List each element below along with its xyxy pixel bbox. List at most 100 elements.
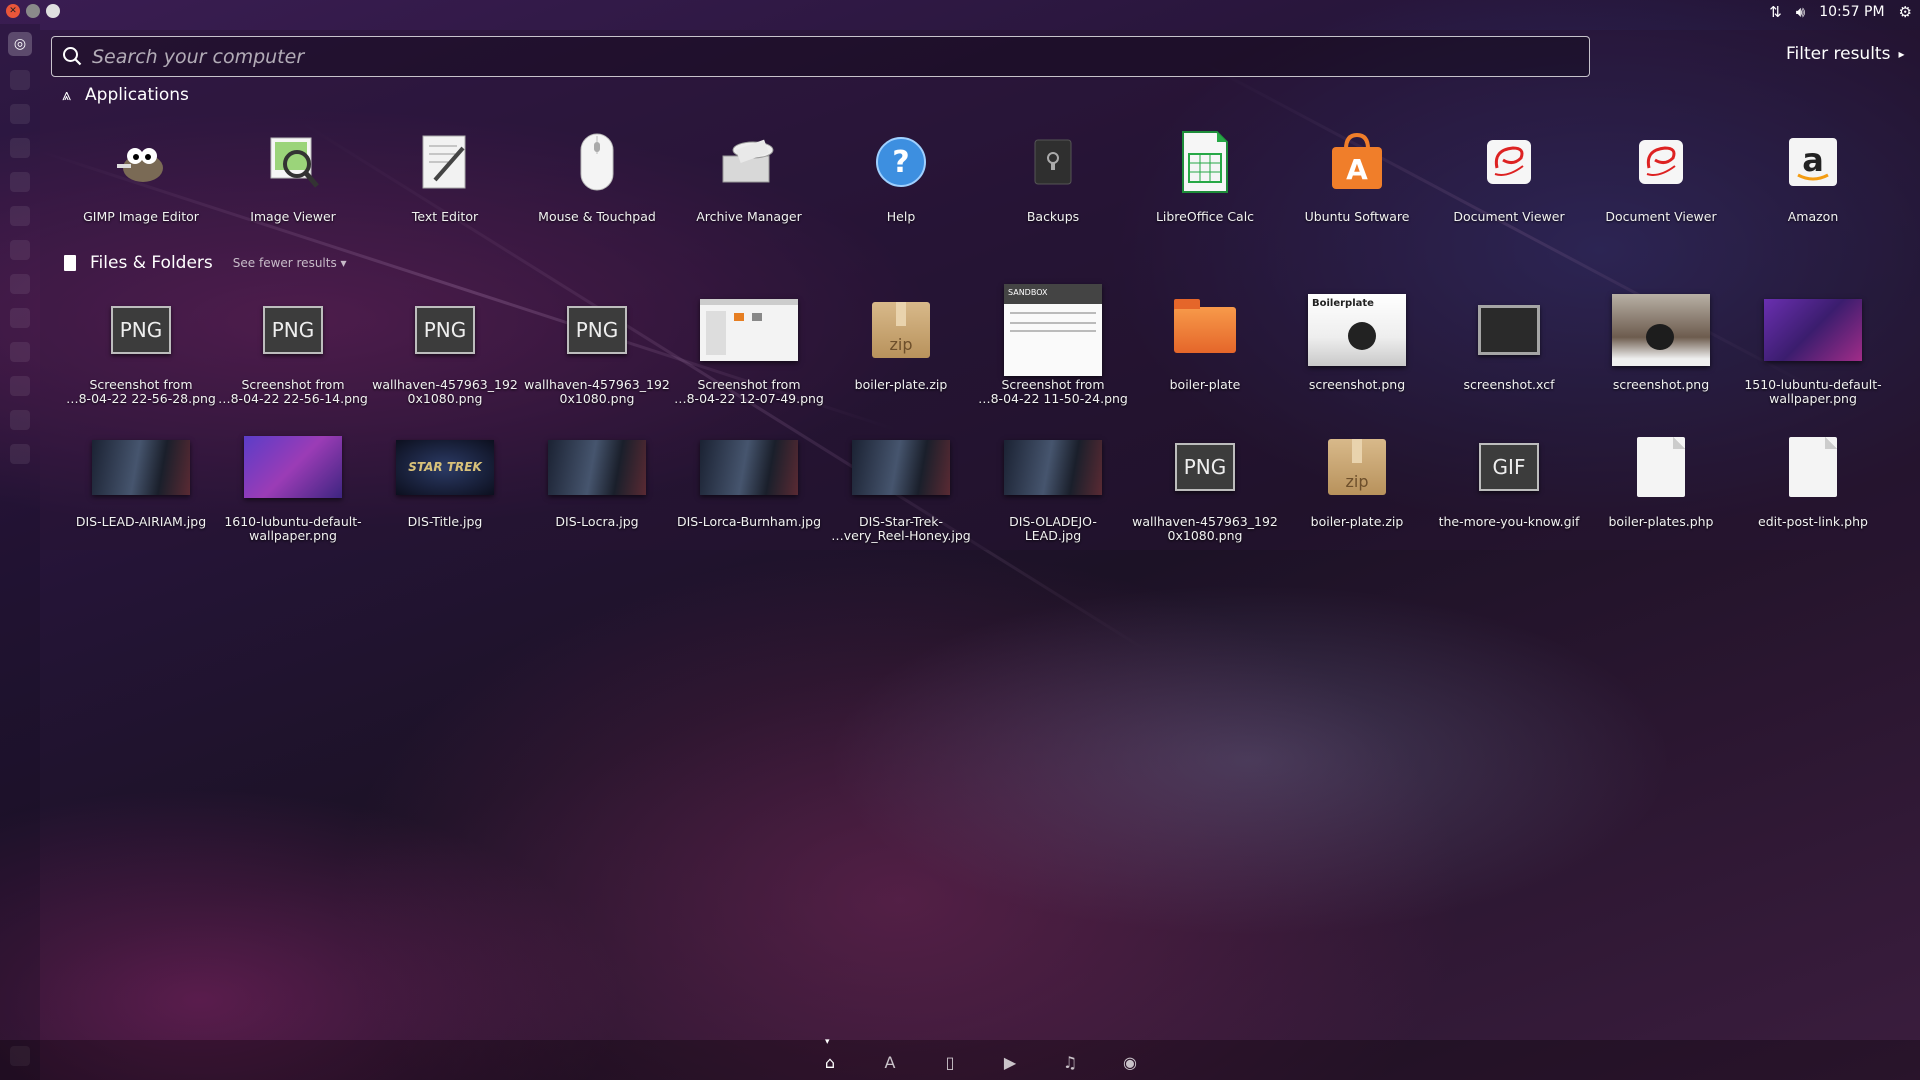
file-result[interactable]: DIS-OLADEJO- LEAD.jpg: [977, 427, 1129, 543]
file-result[interactable]: 1510-lubuntu-default- wallpaper.png: [1737, 290, 1889, 406]
see-fewer-results-button[interactable]: See fewer results ▾: [233, 256, 347, 270]
scope-files-icon[interactable]: ▯: [938, 1050, 962, 1074]
network-icon[interactable]: ⇅: [1769, 3, 1782, 21]
result-label: DIS-Locra.jpg: [555, 514, 639, 529]
window-minimize-button[interactable]: [26, 4, 40, 18]
code-file-icon: [1789, 437, 1837, 497]
app-result[interactable]: a Amazon: [1737, 122, 1889, 224]
app-result[interactable]: Text Editor: [369, 122, 521, 224]
wallpaper-thumbnail: [244, 436, 342, 498]
app-result[interactable]: Document Viewer: [1433, 122, 1585, 224]
file-result[interactable]: PNG wallhaven-457963_192 0x1080.png: [369, 290, 521, 406]
scope-music-icon[interactable]: ♫: [1058, 1050, 1082, 1074]
result-label: screenshot.xcf: [1463, 377, 1555, 392]
volume-icon[interactable]: 🔊︎: [1796, 3, 1805, 21]
svg-text:?: ?: [892, 145, 909, 180]
file-result[interactable]: SANDBOX Screenshot from …8-04-22 11-50-24…: [977, 284, 1129, 406]
file-result[interactable]: PNG Screenshot from …8-04-22 22-56-14.png: [217, 290, 369, 406]
launcher-item[interactable]: [10, 206, 30, 226]
launcher-item[interactable]: [10, 274, 30, 294]
launcher-item[interactable]: [10, 308, 30, 328]
window-close-button[interactable]: ✕: [6, 4, 20, 18]
ubuntu-logo-icon: ◎: [13, 36, 27, 52]
photo-thumbnail: [92, 439, 190, 495]
window-maximize-button[interactable]: [46, 4, 60, 18]
photo-thumbnail: [1612, 294, 1710, 366]
launcher-item[interactable]: [10, 172, 30, 192]
file-icon: [547, 427, 647, 507]
launcher-item[interactable]: [10, 444, 30, 464]
file-icon: [699, 427, 799, 507]
indicator-area: ⇅ 🔊︎ 10:57 PM ⚙: [1769, 0, 1912, 24]
file-result[interactable]: PNG wallhaven-457963_192 0x1080.png: [1129, 427, 1281, 543]
app-result[interactable]: LibreOffice Calc: [1129, 122, 1281, 224]
launcher-item[interactable]: [10, 410, 30, 430]
file-result[interactable]: screenshot.xcf: [1433, 290, 1585, 392]
image-viewer-icon: [243, 122, 343, 202]
file-result[interactable]: zip boiler-plate.zip: [1281, 427, 1433, 529]
app-result[interactable]: Backups: [977, 122, 1129, 224]
scope-video-icon[interactable]: ▶: [998, 1050, 1022, 1074]
file-result[interactable]: boiler-plate: [1129, 290, 1281, 392]
svg-text:a: a: [1802, 141, 1824, 179]
file-result[interactable]: DIS-Locra.jpg: [521, 427, 673, 529]
app-result[interactable]: GIMP Image Editor: [65, 122, 217, 224]
search-bar: [51, 36, 1590, 77]
file-result[interactable]: boiler-plates.php: [1585, 427, 1737, 529]
file-result[interactable]: DIS-LEAD-AIRIAM.jpg: [65, 427, 217, 529]
launcher-item[interactable]: [10, 240, 30, 260]
file-result[interactable]: Screenshot from …8-04-22 12-07-49.png: [673, 290, 825, 406]
file-type-badge: PNG: [567, 306, 627, 354]
file-icon: [1763, 427, 1863, 507]
launcher: ◎: [0, 24, 40, 1080]
file-icon: [1611, 427, 1711, 507]
scope-applications-icon[interactable]: A: [878, 1050, 902, 1074]
file-result[interactable]: PNG wallhaven-457963_192 0x1080.png: [521, 290, 673, 406]
result-label: wallhaven-457963_192 0x1080.png: [1132, 514, 1278, 543]
zip-file-icon: zip: [1328, 439, 1386, 495]
file-result[interactable]: GIF the-more-you-know.gif: [1433, 427, 1585, 529]
file-result[interactable]: STAR TREK DIS-Title.jpg: [369, 427, 521, 529]
search-input[interactable]: [92, 37, 1572, 76]
launcher-item[interactable]: [10, 342, 30, 362]
file-result[interactable]: screenshot.png: [1585, 290, 1737, 392]
top-panel: ✕ ⇅ 🔊︎ 10:57 PM ⚙: [0, 0, 1920, 24]
result-label: edit-post-link.php: [1758, 514, 1868, 529]
app-result[interactable]: A Ubuntu Software: [1281, 122, 1433, 224]
result-label: boiler-plate.zip: [1310, 514, 1404, 529]
launcher-item[interactable]: [10, 138, 30, 158]
file-icon: [1459, 290, 1559, 370]
launcher-item[interactable]: [10, 376, 30, 396]
scope-home-icon[interactable]: ⌂: [818, 1050, 842, 1074]
app-result[interactable]: Document Viewer: [1585, 122, 1737, 224]
result-label: LibreOffice Calc: [1155, 209, 1255, 224]
result-label: GIMP Image Editor: [83, 209, 199, 224]
help-icon: ?: [851, 122, 951, 202]
app-result[interactable]: Mouse & Touchpad: [521, 122, 673, 224]
screenshot-thumbnail: [700, 299, 798, 361]
gear-icon[interactable]: ⚙: [1899, 3, 1912, 21]
app-result[interactable]: Image Viewer: [217, 122, 369, 224]
launcher-item[interactable]: [10, 104, 30, 124]
file-result[interactable]: Boilerplate screenshot.png: [1281, 290, 1433, 392]
photo-thumbnail: [548, 439, 646, 495]
dash-home-button[interactable]: ◎: [8, 32, 32, 56]
app-result[interactable]: ? Help: [825, 122, 977, 224]
result-label: 1510-lubuntu-default- wallpaper.png: [1744, 377, 1882, 406]
file-result[interactable]: edit-post-link.php: [1737, 427, 1889, 529]
file-result[interactable]: DIS-Lorca-Burnham.jpg: [673, 427, 825, 529]
scope-photos-icon[interactable]: ◉: [1118, 1050, 1142, 1074]
file-result[interactable]: 1610-lubuntu-default- wallpaper.png: [217, 427, 369, 543]
file-type-badge: PNG: [111, 306, 171, 354]
applications-category-icon: ⩓: [62, 85, 72, 104]
launcher-item[interactable]: [10, 70, 30, 90]
filter-results-button[interactable]: Filter results ▸: [1786, 44, 1905, 64]
app-result[interactable]: Archive Manager: [673, 122, 825, 224]
file-result[interactable]: zip boiler-plate.zip: [825, 290, 977, 392]
files-heading: Files & Folders See fewer results ▾: [64, 253, 347, 273]
clock[interactable]: 10:57 PM: [1819, 4, 1884, 20]
result-label: Amazon: [1787, 209, 1839, 224]
file-result[interactable]: PNG Screenshot from …8-04-22 22-56-28.png: [65, 290, 217, 406]
applications-heading: ⩓ Applications: [62, 85, 189, 105]
file-result[interactable]: DIS-Star-Trek- …very_Reel-Honey.jpg: [825, 427, 977, 543]
